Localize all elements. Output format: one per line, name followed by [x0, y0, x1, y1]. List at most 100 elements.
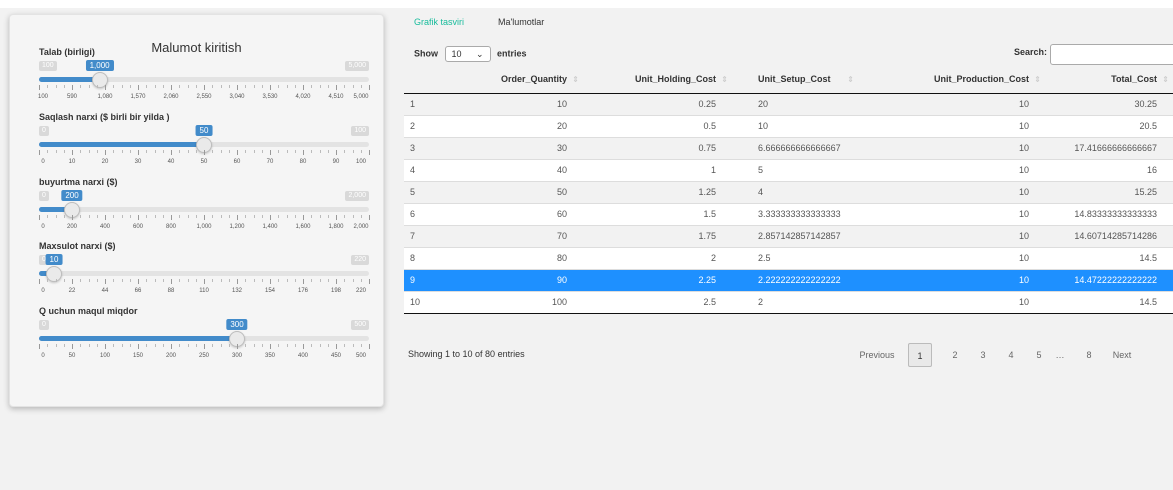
tick-mark [220, 215, 222, 218]
tick-label: 30 [134, 159, 142, 165]
tick-label: 200 [66, 224, 78, 230]
sort-icon: ⇕ [847, 75, 854, 84]
tick-mark [55, 279, 57, 282]
cell-total-cost: 30.25 [1045, 92, 1173, 115]
table-row[interactable]: 4 40 1 5 10 16 [404, 158, 1173, 181]
tick-mark [154, 279, 156, 282]
page-button-2[interactable]: 2 [944, 343, 966, 367]
table-row[interactable]: 6 60 1.5 3.333333333333333 10 14.833333333333… [404, 202, 1173, 225]
cell-row-index: 10 [404, 290, 461, 314]
tick-mark [237, 215, 238, 220]
tick-label: 150 [132, 353, 144, 359]
tick-mark [162, 150, 164, 153]
previous-page-button[interactable]: Previous [850, 343, 904, 367]
column-header-order-quantity[interactable]: Order_Quantity ⇕ [461, 66, 583, 94]
slider-track[interactable] [39, 336, 369, 341]
column-header-label: Unit_Holding_Cost [635, 74, 716, 85]
column-header-total-cost[interactable]: Total_Cost ⇕ [1045, 66, 1173, 94]
table-row[interactable]: 3 30 0.75 6.666666666666667 10 17.41666666666… [404, 136, 1173, 159]
table-row[interactable]: 8 80 2 2.5 10 14.5 [404, 246, 1173, 269]
tick-mark [369, 215, 370, 220]
table-row[interactable]: 2 20 0.5 10 10 20.5 [404, 114, 1173, 137]
slider-group-2: Saqlash narxi ($ birli bir yilda ) 0 100 50… [39, 112, 370, 172]
page-length-select[interactable]: 10 ⌄ [444, 46, 491, 62]
tick-mark [352, 344, 354, 347]
tick-mark [187, 150, 189, 153]
slider-tick-labels: 0 22 44 66 88 110 132 154 176 198 220 [39, 288, 369, 296]
tick-mark [344, 279, 346, 282]
tick-mark [369, 150, 370, 155]
column-header-label: Unit_Setup_Cost [758, 74, 831, 85]
tick-mark [204, 344, 205, 349]
tick-mark [138, 215, 139, 220]
slider-track[interactable] [39, 77, 369, 82]
cell-total-cost: 16 [1045, 158, 1173, 181]
page-button-5[interactable]: 5 [1028, 343, 1050, 367]
tick-label: 40 [167, 159, 175, 165]
column-header-unit-holding-cost[interactable]: Unit_Holding_Cost ⇕ [583, 66, 732, 94]
tick-mark [80, 279, 82, 282]
tick-mark [47, 279, 49, 282]
tick-label: 100 [37, 94, 49, 100]
tick-mark [154, 215, 156, 218]
input-panel: Malumot kiritish Talab (birligi) 100 5,000… [9, 14, 384, 407]
tick-mark [129, 344, 131, 347]
tick-label: 200 [165, 353, 177, 359]
slider-fill [39, 142, 204, 147]
table-header-row: Order_Quantity ⇕ Unit_Holding_Cost ⇕ Unit_Se… [404, 66, 1173, 94]
tick-mark [72, 279, 73, 284]
tick-mark [39, 150, 40, 155]
tick-mark [63, 279, 65, 282]
tick-mark [253, 344, 255, 347]
table-row[interactable]: 5 50 1.25 4 10 15.25 [404, 180, 1173, 203]
tick-label: 450 [330, 353, 342, 359]
tick-mark [261, 344, 263, 347]
tick-mark [129, 85, 131, 88]
page-button-3[interactable]: 3 [972, 343, 994, 367]
table-row[interactable]: 7 70 1.75 2.857142857142857 10 14.60714285714… [404, 224, 1173, 247]
tick-label: 88 [167, 288, 175, 294]
tick-mark [253, 85, 255, 88]
next-page-button[interactable]: Next [1103, 343, 1141, 367]
tick-mark [80, 150, 82, 153]
tick-mark [105, 150, 106, 155]
table-row[interactable]: 1 10 0.25 20 10 30.25 [404, 92, 1173, 115]
slider-ticks [39, 150, 370, 158]
table-row[interactable]: 9 90 2.25 2.222222222222222 10 14.47222222222… [404, 268, 1173, 291]
slider-tick-labels: 100 590 1,080 1,570 2,060 2,550 3,040 3,530 4,02… [37, 94, 369, 102]
table-row[interactable]: 10 100 2.5 2 10 14.5 [404, 290, 1173, 314]
cell-total-cost: 14.5 [1045, 246, 1173, 269]
cell-row-index: 1 [404, 92, 461, 115]
tab-grafik-tasviri[interactable]: Grafik tasviri [414, 17, 464, 27]
cell-row-index: 5 [404, 180, 461, 203]
tick-mark [228, 344, 230, 347]
slider-track[interactable] [39, 271, 369, 276]
tick-mark [303, 279, 304, 284]
page-button-4[interactable]: 4 [1000, 343, 1022, 367]
tick-mark [162, 279, 164, 282]
tick-label: 4,510 [328, 94, 344, 100]
page-length-control: Show 10 ⌄ entries [414, 46, 527, 62]
tick-mark [369, 344, 370, 349]
tick-mark [336, 279, 337, 284]
tick-mark [138, 344, 139, 349]
page-button-8[interactable]: 8 [1078, 343, 1100, 367]
tick-mark [146, 85, 148, 88]
slider-label: buyurtma narxi ($) [39, 177, 118, 187]
tab-malumotlar[interactable]: Ma'lumotlar [498, 17, 544, 27]
tick-mark [47, 150, 49, 153]
column-header-unit-setup-cost[interactable]: Unit_Setup_Cost ⇕ [732, 66, 858, 94]
search-input[interactable] [1050, 44, 1173, 65]
cell-row-index: 3 [404, 136, 461, 159]
chevron-down-icon: ⌄ [475, 49, 484, 59]
cell-unit-setup-cost: 10 [732, 114, 858, 137]
page-button-1[interactable]: 1 [908, 343, 932, 367]
tick-mark [369, 85, 370, 90]
tick-mark [319, 215, 321, 218]
tick-mark [195, 344, 197, 347]
slider-track[interactable] [39, 207, 369, 212]
tick-mark [88, 85, 90, 88]
column-header-unit-production-cost[interactable]: Unit_Production_Cost ⇕ [858, 66, 1045, 94]
tick-label: 44 [101, 288, 109, 294]
tick-label: 600 [132, 224, 144, 230]
